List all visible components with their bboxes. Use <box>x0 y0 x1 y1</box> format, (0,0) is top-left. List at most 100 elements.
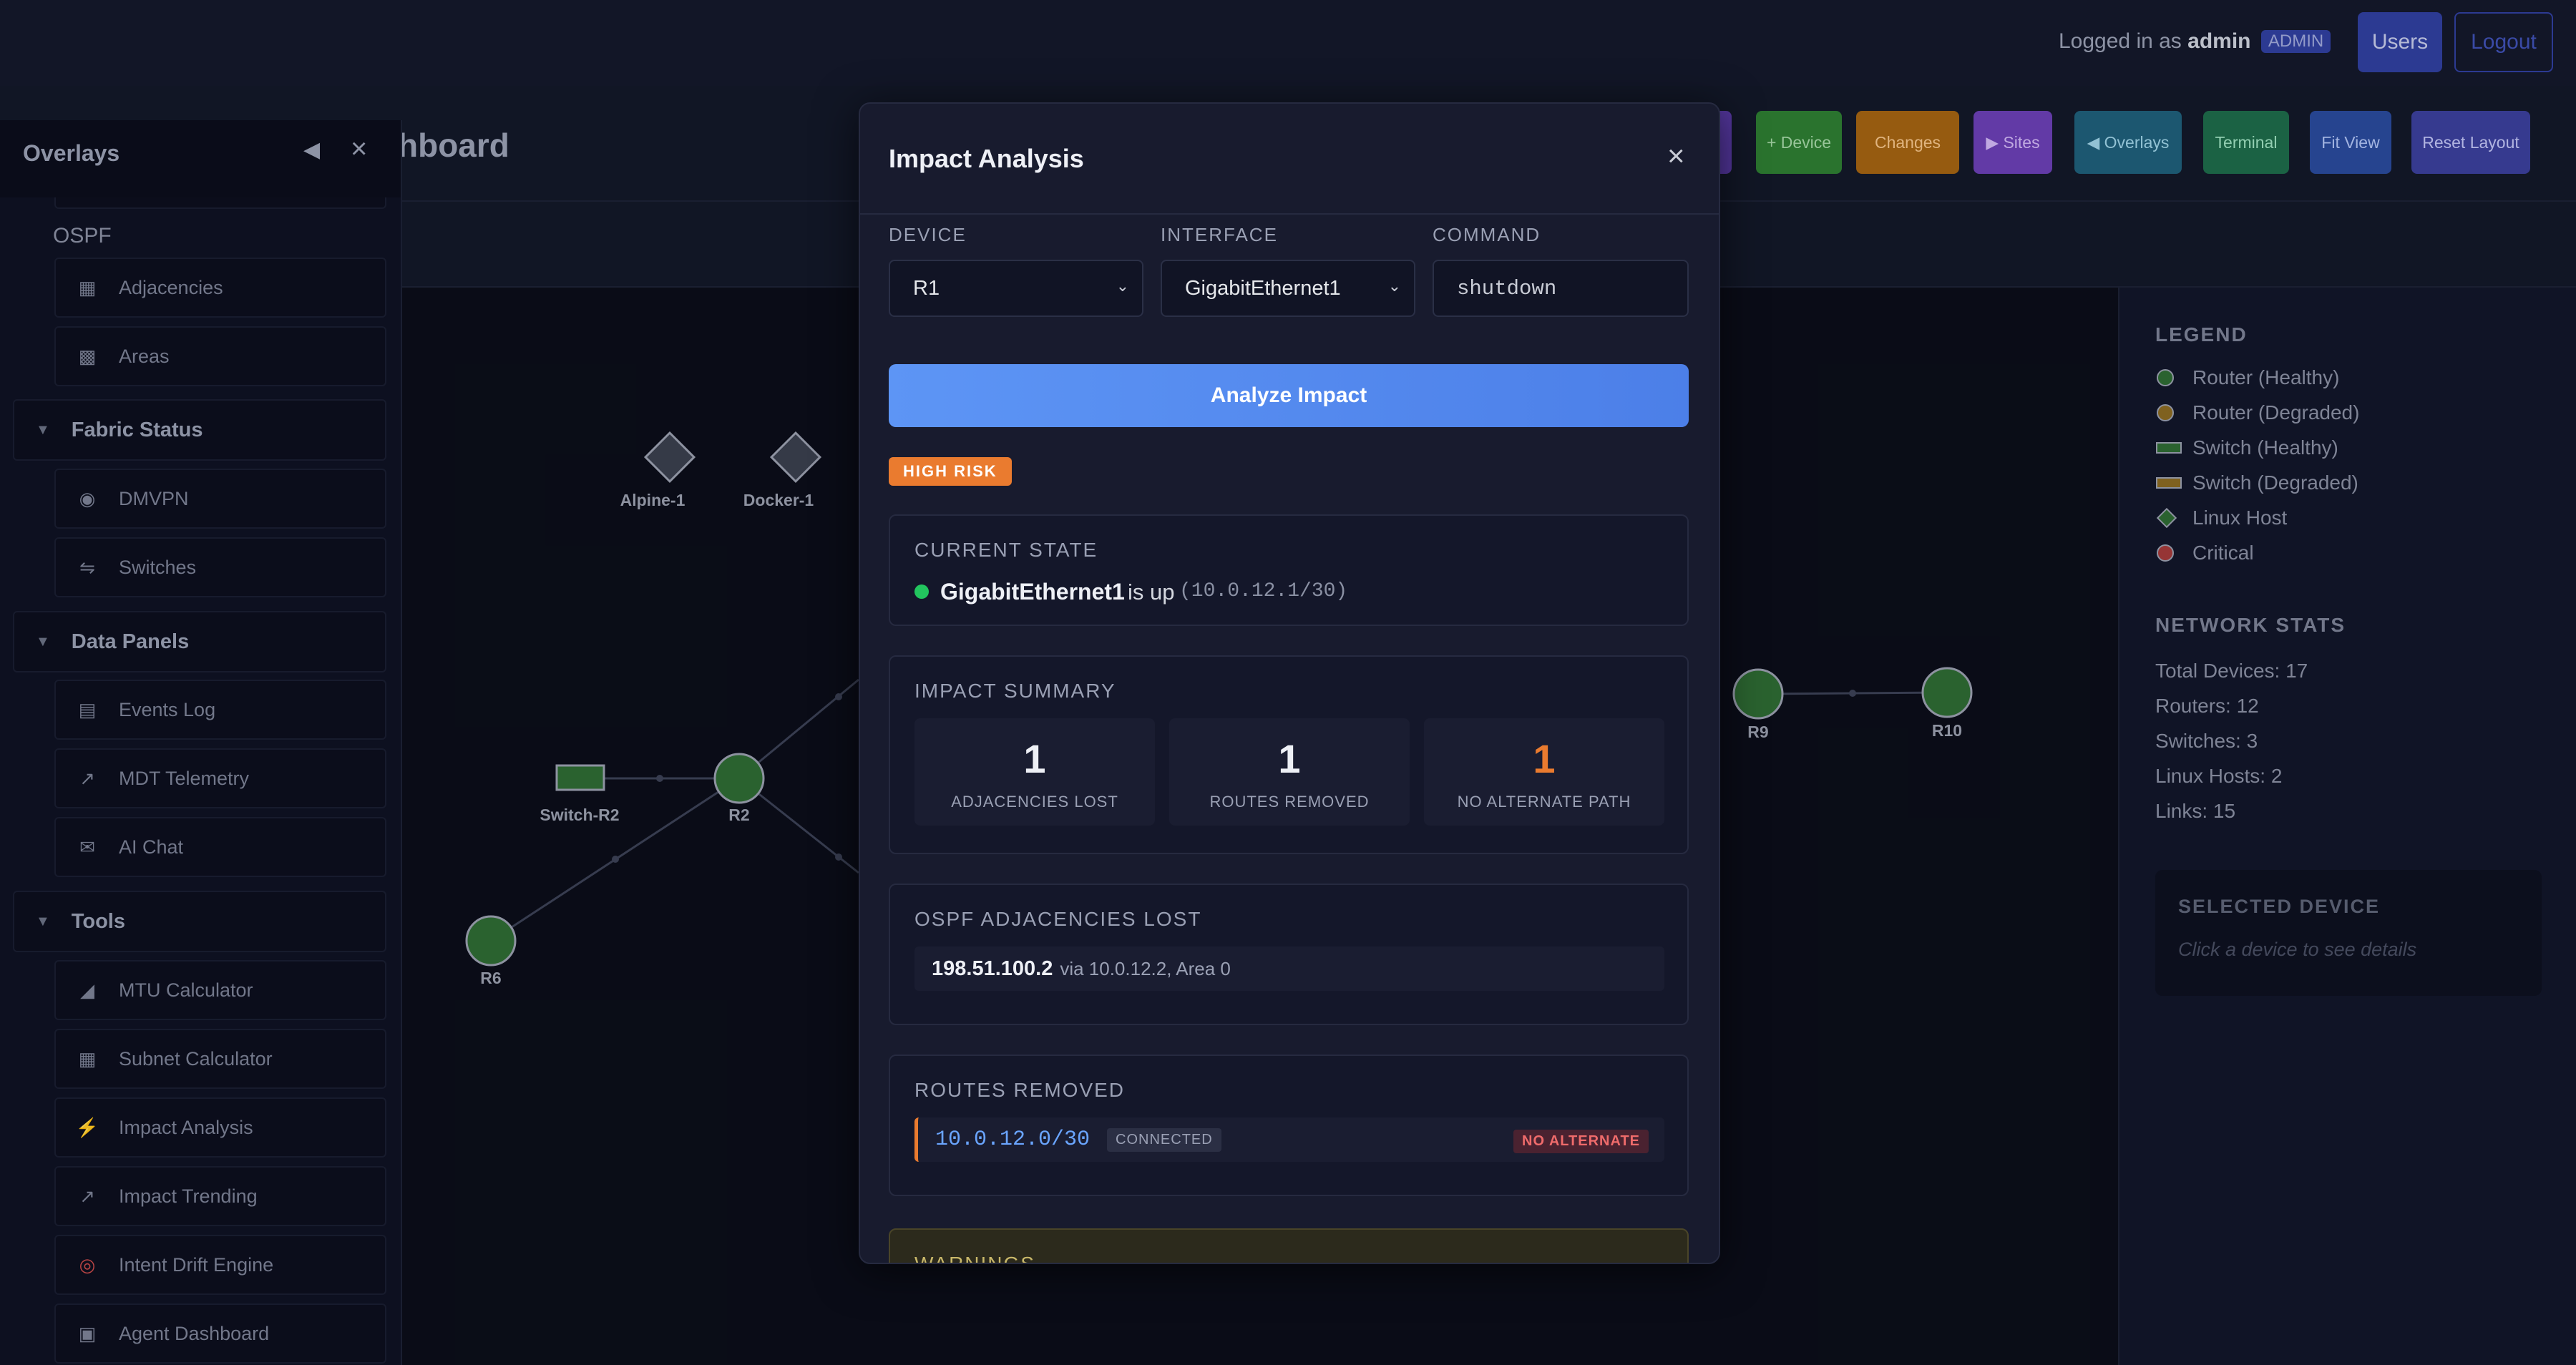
sidebar-item-events-log[interactable]: ▤ Events Log <box>54 680 386 740</box>
legend-item: Router (Degraded) <box>2155 401 2359 424</box>
node-r9[interactable] <box>1732 668 1784 720</box>
lightning-icon: ⚡ <box>75 1116 99 1138</box>
router-degraded-icon <box>2157 404 2174 421</box>
list-item: 198.51.100.2 via 10.0.12.2, Area 0 <box>914 946 1664 991</box>
interface-ip: (10.0.12.1/30) <box>1179 580 1348 602</box>
caret-down-icon: ▼ <box>36 421 50 438</box>
users-button[interactable]: Users <box>2358 12 2442 72</box>
adjacencies-title: OSPF ADJACENCIES LOST <box>914 908 1202 930</box>
chevron-down-icon: ⌄ <box>1387 277 1401 295</box>
node-switch-r2[interactable] <box>555 764 605 791</box>
sidebar-item-switches[interactable]: ⇋ Switches <box>54 537 386 597</box>
adjacencies-icon: ▦ <box>78 276 97 298</box>
critical-icon <box>2157 544 2174 562</box>
node-r2[interactable] <box>713 753 765 804</box>
stat-linux-hosts: Linux Hosts: 2 <box>2155 765 2283 787</box>
sidebar-item-subnet-calculator[interactable]: ▦ Subnet Calculator <box>54 1029 386 1089</box>
close-icon[interactable]: × <box>351 133 367 165</box>
sidebar-item-label: Areas <box>119 345 170 367</box>
node-label: R2 <box>728 806 750 824</box>
node-r10[interactable] <box>1921 667 1973 718</box>
login-username: admin <box>2187 29 2251 53</box>
current-state-title: CURRENT STATE <box>914 539 1098 561</box>
plug-icon: ⇋ <box>79 556 95 578</box>
collapse-left-icon[interactable]: ◀ <box>303 137 320 162</box>
command-label: COMMAND <box>1433 224 1541 245</box>
analyze-impact-button[interactable]: Analyze Impact <box>889 364 1689 427</box>
device-label: DEVICE <box>889 224 967 245</box>
overlays-button[interactable]: ◀ Overlays <box>2074 111 2182 174</box>
summary-label: NO ALTERNATE PATH <box>1457 793 1631 811</box>
fit-view-button[interactable]: Fit View <box>2310 111 2391 174</box>
risk-badge: HIGH RISK <box>889 457 1012 486</box>
device-select[interactable]: R1 ⌄ <box>889 260 1143 317</box>
sidebar-item-label: Impact Analysis <box>119 1116 253 1138</box>
routes-removed-card: ROUTES REMOVED 10.0.12.0/30 CONNECTED NO… <box>889 1055 1689 1196</box>
selected-device-hint: Click a device to see details <box>2178 939 2417 960</box>
node-r6[interactable] <box>465 915 517 967</box>
switch-degraded-icon <box>2156 477 2182 489</box>
node-label: R10 <box>1931 721 1963 740</box>
sidebar-item-label: Adjacencies <box>119 276 223 298</box>
node-alpine-1[interactable] <box>643 431 696 484</box>
target-icon: ◎ <box>79 1253 96 1276</box>
impact-summary-card: IMPACT SUMMARY 1 ADJACENCIES LOST 1 ROUT… <box>889 655 1689 854</box>
sidebar-item-label: Subnet Calculator <box>119 1047 273 1070</box>
section-fabric-status[interactable]: ▼ Fabric Status <box>13 399 386 461</box>
legend-label: Switch (Healthy) <box>2192 436 2338 459</box>
summary-adjacencies-lost: 1 ADJACENCIES LOST <box>914 718 1155 826</box>
sidebar-item-label: Impact Trending <box>119 1185 258 1207</box>
sidebar-item-agent-dashboard[interactable]: ▣ Agent Dashboard <box>54 1303 386 1364</box>
section-data-panels[interactable]: ▼ Data Panels <box>13 611 386 672</box>
summary-value: 1 <box>1533 736 1556 781</box>
logout-button[interactable]: Logout <box>2454 12 2553 72</box>
reset-layout-button[interactable]: Reset Layout <box>2411 111 2530 174</box>
legend-label: Linux Host <box>2192 507 2288 529</box>
warnings-card: WARNINGS <box>889 1228 1689 1263</box>
selected-device-title: SELECTED DEVICE <box>2178 896 2381 917</box>
stat-routers: Routers: 12 <box>2155 695 2259 717</box>
legend-item: Router (Healthy) <box>2155 366 2339 389</box>
sidebar-item-dmvpn[interactable]: ◉ DMVPN <box>54 469 386 529</box>
legend-label: Switch (Degraded) <box>2192 471 2358 494</box>
impact-analysis-modal: Impact Analysis × DEVICE INTERFACE COMMA… <box>859 102 1720 1264</box>
sidebar-item-label: AI Chat <box>119 836 184 858</box>
section-tools[interactable]: ▼ Tools <box>13 891 386 952</box>
section-label: Data Panels <box>71 630 190 653</box>
role-badge: ADMIN <box>2260 30 2331 53</box>
modal-title: Impact Analysis <box>889 144 1084 173</box>
summary-label: ROUTES REMOVED <box>1209 793 1370 811</box>
sidebar-item-adjacencies[interactable]: ▦ Adjacencies <box>54 258 386 318</box>
current-state-card: CURRENT STATE GigabitEthernet1 is up (10… <box>889 514 1689 626</box>
close-icon[interactable]: × <box>1667 141 1685 171</box>
sites-button[interactable]: ▶ Sites <box>1974 111 2052 174</box>
sidebar-item-label: DMVPN <box>119 487 189 509</box>
router-healthy-icon <box>2157 369 2174 386</box>
sidebar-item-mdt-telemetry[interactable]: ↗ MDT Telemetry <box>54 748 386 808</box>
ospf-adjacencies-card: OSPF ADJACENCIES LOST 198.51.100.2 via 1… <box>889 884 1689 1025</box>
sidebar-item-impact-trending[interactable]: ↗ Impact Trending <box>54 1166 386 1226</box>
changes-button[interactable]: Changes <box>1856 111 1959 174</box>
caret-down-icon: ▼ <box>36 633 50 650</box>
page-title: hboard <box>398 127 509 164</box>
terminal-button[interactable]: Terminal <box>2203 111 2289 174</box>
command-input[interactable]: shutdown <box>1433 260 1689 317</box>
node-label: R6 <box>480 969 502 987</box>
login-prefix: Logged in as <box>2059 29 2182 53</box>
sidebar-item-ai-chat[interactable]: ✉ AI Chat <box>54 817 386 877</box>
login-status: Logged in as admin ADMIN <box>2059 29 2331 54</box>
sidebar-item-label: Events Log <box>119 698 216 720</box>
sidebar-item-areas[interactable]: ▩ Areas <box>54 326 386 386</box>
sidebar-item-impact-analysis[interactable]: ⚡ Impact Analysis <box>54 1097 386 1158</box>
summary-routes-removed: 1 ROUTES REMOVED <box>1169 718 1410 826</box>
node-label: R9 <box>1747 723 1769 741</box>
sidebar-item-intent-drift-engine[interactable]: ◎ Intent Drift Engine <box>54 1235 386 1295</box>
neighbor-detail: via 10.0.12.2, Area 0 <box>1060 957 1231 979</box>
node-docker-1[interactable] <box>769 431 822 484</box>
interface-select[interactable]: GigabitEthernet1 ⌄ <box>1161 260 1415 317</box>
sidebar-item-label: MTU Calculator <box>119 979 253 1001</box>
sidebar-item-mtu-calculator[interactable]: ◢ MTU Calculator <box>54 960 386 1020</box>
caret-down-icon: ▼ <box>36 913 50 929</box>
chart-icon: ↗ <box>79 1185 95 1207</box>
add-device-button[interactable]: + Device <box>1756 111 1842 174</box>
